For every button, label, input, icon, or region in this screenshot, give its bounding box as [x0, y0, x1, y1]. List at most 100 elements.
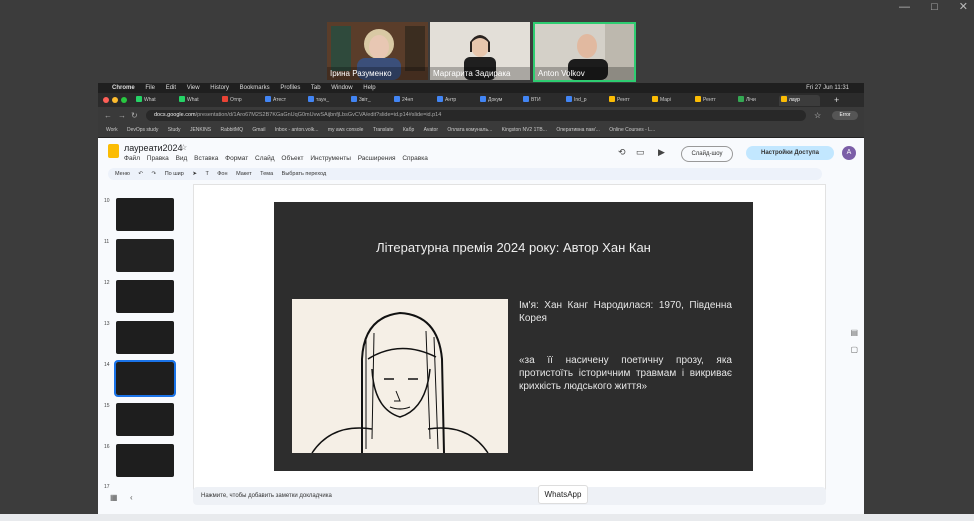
new-tab-button[interactable]: + — [834, 95, 846, 106]
avatar[interactable]: A — [842, 146, 856, 160]
bookmark[interactable]: Work — [106, 127, 118, 133]
participant-tile-2[interactable]: Маргарита Задирака — [430, 22, 530, 80]
keep-icon[interactable]: ▤ — [850, 328, 858, 337]
maximize-icon[interactable]: □ — [931, 1, 938, 13]
participant-tile-1[interactable]: Ірина Разуменко — [327, 22, 428, 80]
profile-error-button[interactable]: Error — [832, 111, 858, 120]
portrait-image[interactable] — [292, 299, 508, 454]
bookmark[interactable]: my aws console — [328, 127, 364, 133]
zoom-select[interactable]: По шир — [165, 171, 184, 177]
forward-icon[interactable]: → — [118, 110, 126, 121]
share-button[interactable]: Настройки Доступа — [746, 146, 834, 160]
browser-tab[interactable]: What — [177, 95, 218, 106]
url-field[interactable]: docs.google.com/presentation/d/1Aro67M2S… — [146, 110, 806, 121]
menu-chrome[interactable]: Chrome — [112, 85, 135, 91]
browser-tab[interactable]: What — [134, 95, 175, 106]
slide-thumbnail[interactable] — [116, 403, 174, 436]
browser-tab[interactable]: Рентг — [607, 95, 648, 106]
window-controls[interactable]: — □ ✕ — [881, 0, 968, 13]
menu-tab[interactable]: Tab — [311, 85, 321, 91]
browser-tab[interactable]: Марі — [650, 95, 691, 106]
minimize-window-icon[interactable] — [112, 97, 118, 103]
bookmark[interactable]: Gmail — [252, 127, 265, 133]
menu-item[interactable]: Вид — [176, 155, 188, 162]
menu-item[interactable]: Объект — [281, 155, 303, 162]
close-icon[interactable]: ✕ — [959, 1, 968, 13]
history-icon[interactable]: ⟲ — [618, 147, 626, 158]
bookmark[interactable]: Кабр — [403, 127, 414, 133]
bookmark[interactable]: Translate — [373, 127, 394, 133]
redo-icon[interactable]: ↷ — [152, 171, 157, 177]
menu-item[interactable]: Слайд — [255, 155, 275, 162]
layout-button[interactable]: Макет — [236, 171, 252, 177]
slide-thumbnail[interactable] — [116, 280, 174, 313]
slide-thumbnail-selected[interactable] — [114, 360, 176, 397]
doc-title[interactable]: лауреати2024 — [124, 143, 183, 153]
slide-thumbnail[interactable] — [116, 198, 174, 231]
bookmark[interactable]: Kingston NV2 1TB... — [502, 127, 547, 133]
menu-bookmarks[interactable]: Bookmarks — [240, 85, 270, 91]
browser-tab[interactable]: Антр — [435, 95, 476, 106]
meet-icon[interactable]: ▶ — [658, 147, 665, 158]
slideshow-button[interactable]: Слайд-шоу — [681, 146, 733, 162]
comments-icon[interactable]: ▭ — [636, 147, 645, 158]
menu-item[interactable]: Справка — [402, 155, 428, 162]
slide-thumbnail[interactable] — [116, 239, 174, 272]
slide-title[interactable]: Літературна премія 2024 року: Автор Хан … — [274, 240, 753, 255]
browser-tab[interactable]: Ind_p — [564, 95, 605, 106]
bookmark[interactable]: DevOps study — [127, 127, 158, 133]
browser-tab[interactable]: 3віт_ — [349, 95, 390, 106]
reload-icon[interactable]: ↻ — [131, 110, 138, 121]
bookmark[interactable]: JENKINS — [190, 127, 211, 133]
bookmark[interactable]: Inbox - anton.volk... — [275, 127, 319, 133]
menu-file[interactable]: File — [145, 85, 155, 91]
star-doc-icon[interactable]: ☆ — [180, 143, 187, 152]
menu-item[interactable]: Инструменты — [310, 155, 351, 162]
menu-window[interactable]: Window — [331, 85, 352, 91]
bookmark[interactable]: Avator — [424, 127, 438, 133]
browser-tab[interactable]: Лічи — [736, 95, 777, 106]
slides-logo-icon[interactable] — [108, 144, 119, 158]
transition-button[interactable]: Выбрать переход — [282, 171, 327, 177]
star-icon[interactable]: ☆ — [814, 110, 821, 121]
textbox-tool-icon[interactable]: T — [205, 171, 208, 177]
close-window-icon[interactable] — [103, 97, 109, 103]
menu-profiles[interactable]: Profiles — [280, 85, 300, 91]
background-button[interactable]: Фон — [217, 171, 227, 177]
bookmark[interactable]: Оперативна пам'... — [556, 127, 600, 133]
participant-tile-3[interactable]: Anton Volkov — [533, 22, 636, 82]
slide-quote-text[interactable]: «за її насичену поетичну прозу, яка прот… — [519, 354, 732, 393]
slide-thumbnail[interactable] — [116, 444, 174, 477]
browser-tab[interactable]: Атест — [263, 95, 304, 106]
collapse-filmstrip-icon[interactable]: ‹ — [130, 493, 133, 502]
grid-view-icon[interactable]: ▦ — [110, 493, 118, 502]
browser-tab[interactable]: Докум — [478, 95, 519, 106]
menu-item[interactable]: Расширения — [358, 155, 396, 162]
menu-item[interactable]: Файл — [124, 155, 140, 162]
speaker-notes[interactable]: Нажмите, чтобы добавить заметки докладчи… — [193, 487, 826, 505]
browser-tab[interactable]: 24нп — [392, 95, 433, 106]
browser-tab[interactable]: лаур — [779, 95, 820, 106]
menu-view[interactable]: View — [187, 85, 200, 91]
explore-icon[interactable]: ▢ — [850, 345, 858, 354]
menu-help[interactable]: Help — [363, 85, 375, 91]
browser-tab[interactable]: Рентг — [693, 95, 734, 106]
menu-item[interactable]: Формат — [225, 155, 248, 162]
back-icon[interactable]: ← — [104, 110, 112, 121]
browser-tab[interactable]: таун_ — [306, 95, 347, 106]
slide-thumbnail[interactable] — [116, 321, 174, 354]
zoom-window-icon[interactable] — [121, 97, 127, 103]
slide-info-text[interactable]: Ім'я: Хан Канг Народилася: 1970, Південн… — [519, 299, 732, 325]
search-menus-field[interactable]: Меню — [115, 171, 130, 177]
browser-tab[interactable]: ВТИ — [521, 95, 562, 106]
select-tool-icon[interactable]: ➤ — [192, 171, 197, 177]
browser-tab[interactable]: Отпр — [220, 95, 261, 106]
menu-item[interactable]: Правка — [147, 155, 169, 162]
current-slide[interactable]: Літературна премія 2024 року: Автор Хан … — [274, 202, 753, 471]
bookmark[interactable]: Study — [168, 127, 181, 133]
theme-button[interactable]: Тема — [260, 171, 273, 177]
minimize-icon[interactable]: — — [899, 1, 910, 13]
bookmark[interactable]: Online Courses - L... — [609, 127, 655, 133]
bookmark[interactable]: RabbitMQ — [220, 127, 243, 133]
menu-item[interactable]: Вставка — [194, 155, 218, 162]
